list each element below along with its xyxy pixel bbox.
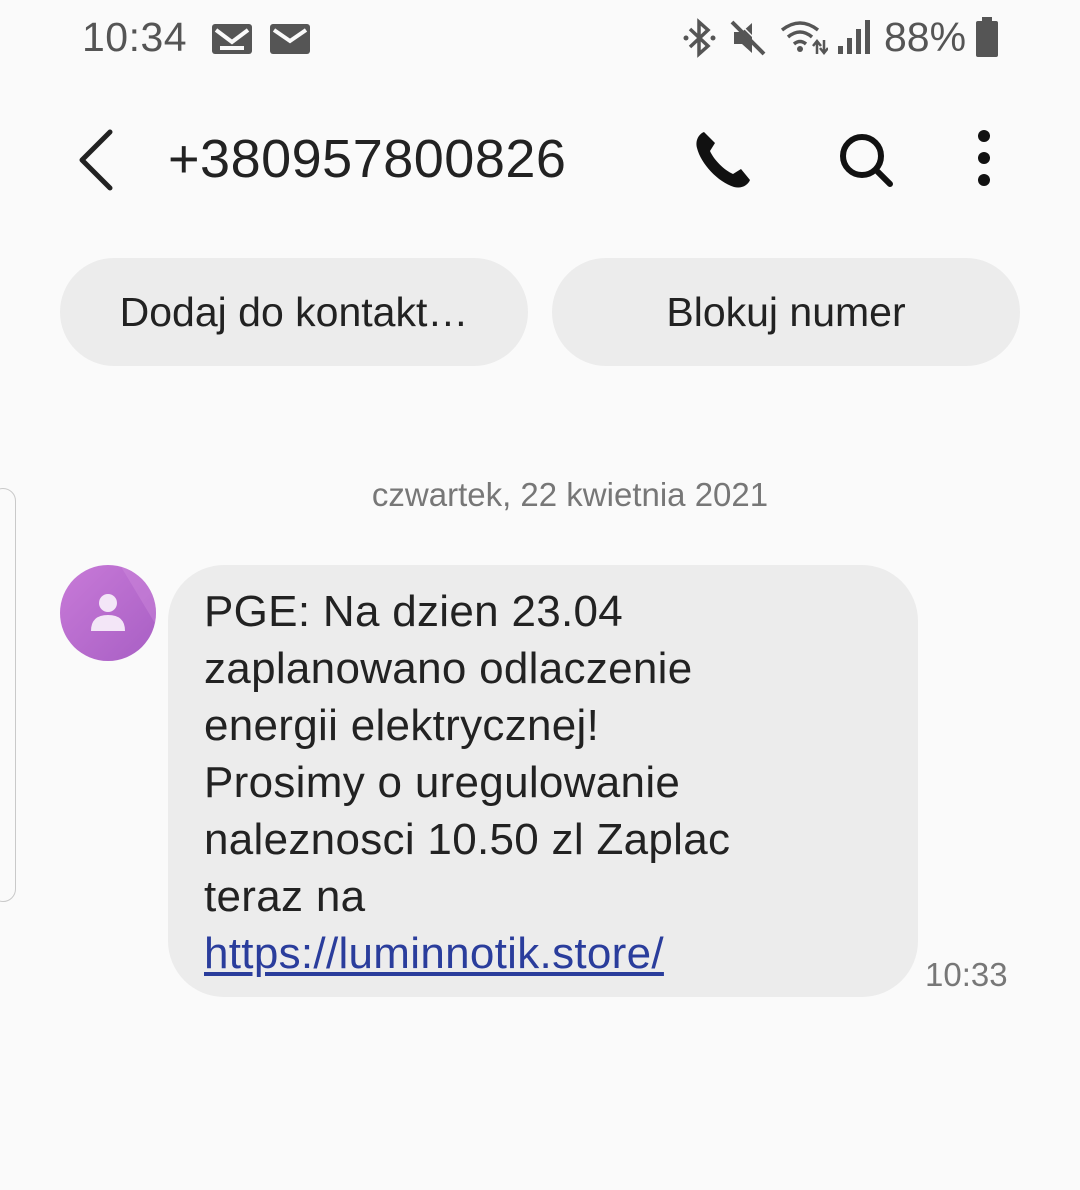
date-divider: czwartek, 22 kwietnia 2021 — [0, 476, 1080, 514]
message-text: PGE: Na dzien 23.04 zaplanowano odlaczen… — [204, 583, 894, 982]
more-options-icon[interactable] — [946, 122, 1022, 198]
person-icon — [91, 565, 156, 631]
message-line: naleznosci 10.50 zl Zaplac — [204, 815, 731, 864]
message-line: zaplanowano odlaczenie — [204, 644, 693, 693]
message-link[interactable]: https://luminnotik.store/ — [204, 929, 664, 978]
message-line: energii elektrycznej! — [204, 701, 600, 750]
gmail-icon — [212, 24, 252, 54]
sender-avatar[interactable] — [60, 565, 156, 661]
message-line: Prosimy o uregulowanie — [204, 758, 681, 807]
contact-number[interactable]: +380957800826 — [168, 128, 566, 190]
back-arrow-icon[interactable] — [66, 122, 136, 198]
block-number-button[interactable]: Blokuj numer — [552, 258, 1020, 366]
message-line: PGE: Na dzien 23.04 — [204, 587, 624, 636]
mail-icon — [270, 24, 310, 54]
conversation-header: +380957800826 — [0, 100, 1080, 220]
message-timestamp: 10:33 — [925, 956, 1008, 993]
search-icon[interactable] — [828, 122, 904, 198]
status-bar: 10:34 88% — [0, 0, 1080, 80]
add-to-contacts-button[interactable]: Dodaj do kontakt… — [60, 258, 528, 366]
mute-icon — [730, 18, 768, 56]
signal-icon — [838, 20, 870, 54]
wifi-icon — [780, 21, 828, 56]
status-time: 10:34 — [82, 14, 188, 60]
battery-icon — [976, 17, 998, 57]
message-line: teraz na — [204, 872, 366, 921]
battery-percent: 88% — [884, 14, 967, 60]
bluetooth-icon — [683, 18, 716, 58]
edge-panel-handle[interactable] — [0, 488, 16, 902]
message-bubble[interactable]: PGE: Na dzien 23.04 zaplanowano odlaczen… — [168, 565, 918, 997]
phone-icon[interactable] — [686, 122, 762, 198]
date-label: czwartek, 22 kwietnia 2021 — [371, 476, 769, 513]
